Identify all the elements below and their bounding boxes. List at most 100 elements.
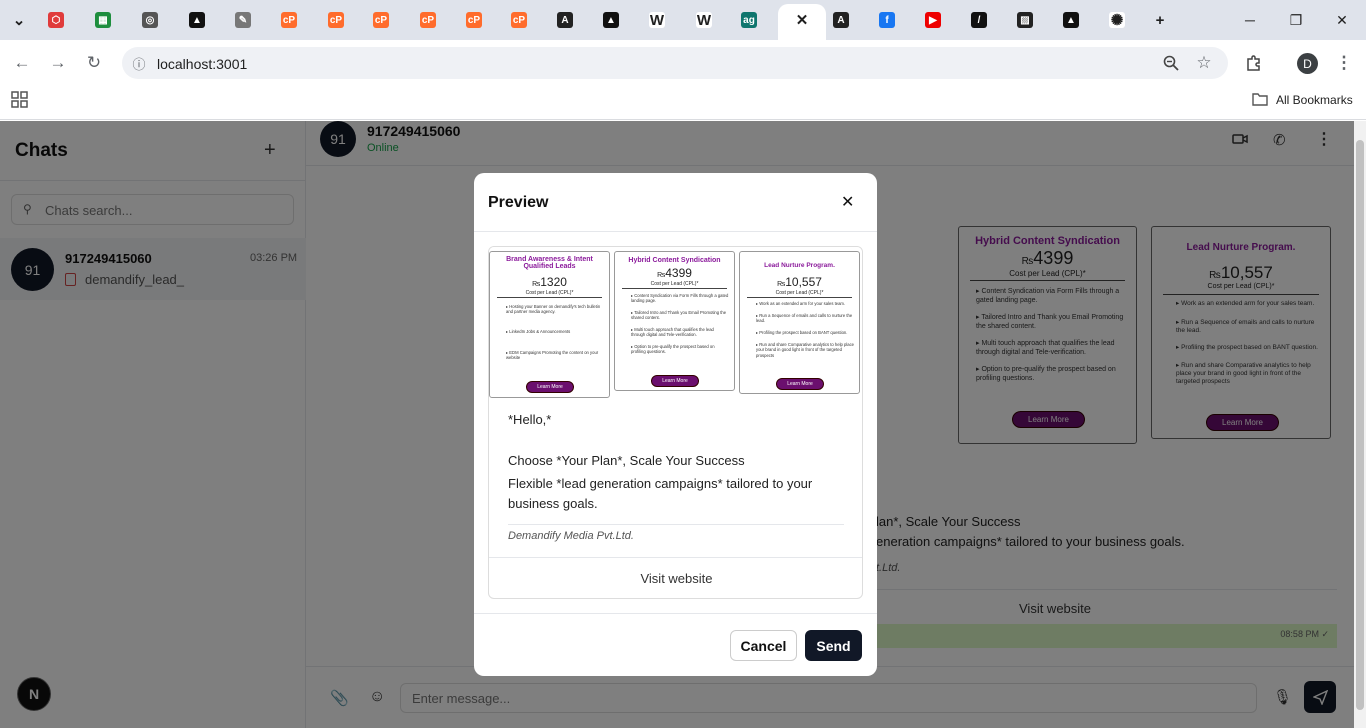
zoom-icon[interactable]: [1160, 52, 1182, 74]
plan-title: Lead Nurture Program.: [764, 262, 835, 269]
reload-icon[interactable]: ↻: [83, 52, 105, 74]
chrome-icon: ◎: [142, 12, 158, 28]
browser-tab[interactable]: W: [637, 6, 677, 34]
plan-price: ₨1320: [490, 275, 609, 289]
send-button[interactable]: Send: [805, 630, 862, 661]
modal-title: Preview: [488, 194, 549, 211]
site-info-icon[interactable]: ⓘ: [128, 52, 150, 74]
visit-website-link[interactable]: Visit website: [489, 571, 862, 586]
plan-bullet: ▸ EDM Campaigns Promoting the content on…: [506, 350, 599, 361]
plans-image: Brand Awareness & Intent Qualified Leads…: [489, 247, 862, 399]
redhat-cube-icon: ⬡: [48, 12, 64, 28]
plan-bullet: ▸ Hosting your Banner on demandify's tec…: [506, 304, 601, 315]
plan-divider: [497, 297, 602, 298]
plan-bullet: ▸ LinkedIn Jobs & Announcements: [506, 329, 571, 334]
message-footer: Demandify Media Pvt.Ltd.: [508, 530, 634, 542]
browser-menu-icon[interactable]: ⋮: [1333, 52, 1355, 74]
cpanel-icon: cP: [281, 12, 297, 28]
plan-bullet: ▸ Tailored Intro and Thank you Email Pro…: [631, 310, 727, 321]
plan-price-value: 4399: [665, 266, 692, 280]
browser-tab[interactable]: cP: [454, 6, 494, 34]
preview-message: Brand Awareness & Intent Qualified Leads…: [488, 246, 863, 599]
apps-grid-icon[interactable]: [11, 91, 28, 113]
plan-card: Lead Nurture Program. ₨10,557 Cost per L…: [739, 251, 860, 394]
plan-bullet: ▸ Run and share Comparative analytics to…: [756, 342, 855, 358]
folder-icon: [1252, 92, 1268, 111]
cancel-button[interactable]: Cancel: [730, 630, 797, 661]
learn-more-button[interactable]: Learn More: [526, 381, 574, 393]
cpanel-icon: cP: [466, 12, 482, 28]
stripe-pattern-icon: ▨: [1017, 12, 1033, 28]
plan-currency: ₨: [532, 281, 541, 288]
cpanel-icon: cP: [420, 12, 436, 28]
plan-bullet: ▸ Run a Sequence of emails and calls to …: [756, 313, 853, 324]
pen-tool-icon: ✎: [235, 12, 251, 28]
plan-currency: ₨: [777, 281, 786, 288]
plan-card: Brand Awareness & Intent Qualified Leads…: [489, 251, 610, 398]
divider: [474, 613, 877, 614]
browser-tab[interactable]: ag: [729, 6, 769, 34]
minimize-icon[interactable]: ─: [1240, 10, 1260, 30]
plan-bullet: ▸ Profiling the prospect based on BANT q…: [756, 330, 848, 335]
back-icon[interactable]: ←: [11, 52, 33, 74]
triangle-app-icon: ▲: [603, 12, 619, 28]
ag-icon: ag: [741, 12, 757, 28]
browser-tab[interactable]: A: [545, 6, 585, 34]
all-bookmarks-link[interactable]: All Bookmarks: [1276, 93, 1353, 107]
browser-tab[interactable]: cP: [361, 6, 401, 34]
plan-bullet: ▸ Option to pre-qualify the prospect bas…: [631, 344, 715, 355]
learn-more-button[interactable]: Learn More: [651, 375, 699, 387]
message-line1: Choose *Your Plan*, Scale Your Success: [508, 453, 745, 468]
browser-tab[interactable]: ▲: [591, 6, 631, 34]
cpanel-icon: cP: [328, 12, 344, 28]
modal-close-icon[interactable]: ✕: [841, 192, 854, 212]
browser-tab[interactable]: ✎: [223, 6, 263, 34]
browser-tab[interactable]: cP: [499, 6, 539, 34]
browser-tab[interactable]: ✕: [782, 6, 822, 34]
browser-tab[interactable]: cP: [408, 6, 448, 34]
browser-tab[interactable]: cP: [269, 6, 309, 34]
browser-tab[interactable]: ▲: [1051, 6, 1091, 34]
browser-tab[interactable]: ▨: [1005, 6, 1045, 34]
browser-tab[interactable]: ✺: [1097, 6, 1137, 34]
browser-tab[interactable]: /: [959, 6, 999, 34]
address-bar[interactable]: [122, 47, 1228, 79]
browser-tab[interactable]: W: [684, 6, 724, 34]
browser-tab[interactable]: cP: [316, 6, 356, 34]
plan-price-value: 1320: [540, 275, 567, 289]
message-greeting: *Hello,*: [508, 412, 552, 427]
window-close-icon[interactable]: ✕: [1332, 10, 1352, 30]
preview-modal: Preview ✕ Brand Awareness & Intent Quali…: [474, 173, 877, 676]
browser-tab[interactable]: f: [867, 6, 907, 34]
browser-tab[interactable]: ⬡: [36, 6, 76, 34]
close-icon[interactable]: ✕: [794, 12, 810, 29]
angular-icon: A: [833, 12, 849, 28]
bookmark-star-icon[interactable]: ☆: [1193, 52, 1215, 74]
profile-avatar[interactable]: D: [1297, 53, 1318, 74]
new-tab-button[interactable]: +: [1140, 6, 1180, 34]
browser-tab[interactable]: ▶: [913, 6, 953, 34]
browser-tab[interactable]: A: [821, 6, 861, 34]
forward-icon[interactable]: →: [47, 52, 69, 74]
plan-cpl: Cost per Lead (CPL)*: [775, 290, 824, 296]
browser-tab[interactable]: ▦: [83, 6, 123, 34]
divider: [489, 557, 862, 558]
browser-tab[interactable]: ▲: [177, 6, 217, 34]
maximize-icon[interactable]: ❐: [1286, 10, 1306, 30]
plan-cpl: Cost per Lead (CPL)*: [650, 281, 699, 287]
facebook-icon: f: [879, 12, 895, 28]
triangle-app-icon: ▲: [1063, 12, 1079, 28]
triangle-app-icon: ▲: [189, 12, 205, 28]
browser-tab[interactable]: ⌄: [0, 6, 39, 34]
cpanel-icon: cP: [511, 12, 527, 28]
learn-more-button[interactable]: Learn More: [776, 378, 824, 390]
cpanel-icon: cP: [373, 12, 389, 28]
webflow-icon: W: [649, 11, 665, 29]
extensions-icon[interactable]: [1243, 52, 1265, 74]
message-line2: Flexible *lead generation campaigns* tai…: [508, 476, 813, 511]
plan-title: Brand Awareness & Intent Qualified Leads: [506, 256, 593, 270]
browser-tab[interactable]: ◎: [130, 6, 170, 34]
page-scrollbar-thumb[interactable]: [1356, 140, 1364, 710]
plan-bullet: ▸ Content Syndication via Form Fills thr…: [631, 293, 729, 304]
bookmarks-bar: [0, 86, 1366, 120]
